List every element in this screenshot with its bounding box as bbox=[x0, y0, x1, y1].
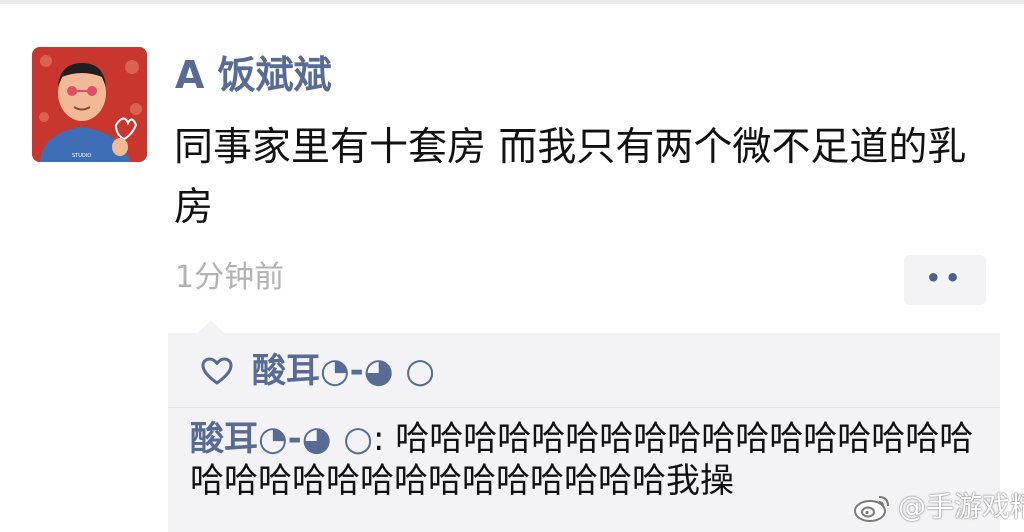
watermark-text: @手游戏精 bbox=[898, 490, 1024, 523]
avatar[interactable]: STUDIO bbox=[32, 47, 147, 162]
avatar-illustration-icon: STUDIO bbox=[32, 47, 147, 162]
likes-comments-divider bbox=[168, 407, 1000, 408]
comment-separator: : bbox=[372, 419, 385, 459]
comment-user-link[interactable]: 酸耳◔-◕ ○ bbox=[190, 419, 373, 459]
panel-pointer bbox=[198, 320, 224, 333]
top-divider bbox=[0, 0, 1024, 4]
post-timestamp: 1分钟前 bbox=[175, 260, 285, 295]
heart-outline-icon bbox=[201, 357, 233, 385]
post-content: 同事家里有十套房 而我只有两个微不足道的乳房 bbox=[174, 125, 967, 230]
svg-text:STUDIO: STUDIO bbox=[72, 153, 91, 159]
post-author-name[interactable]: A 饭斌斌 bbox=[175, 52, 332, 98]
weibo-logo-icon bbox=[854, 496, 889, 522]
more-actions-button[interactable]: •• bbox=[904, 255, 986, 305]
more-dots-icon: •• bbox=[925, 264, 965, 292]
comment-item[interactable]: 酸耳◔-◕ ○: 哈哈哈哈哈哈哈哈哈哈哈哈哈哈哈哈哈哈哈哈哈哈哈哈哈哈哈哈哈哈哈… bbox=[190, 418, 990, 502]
like-user-link[interactable]: 酸耳◔-◕ ○ bbox=[252, 349, 435, 393]
